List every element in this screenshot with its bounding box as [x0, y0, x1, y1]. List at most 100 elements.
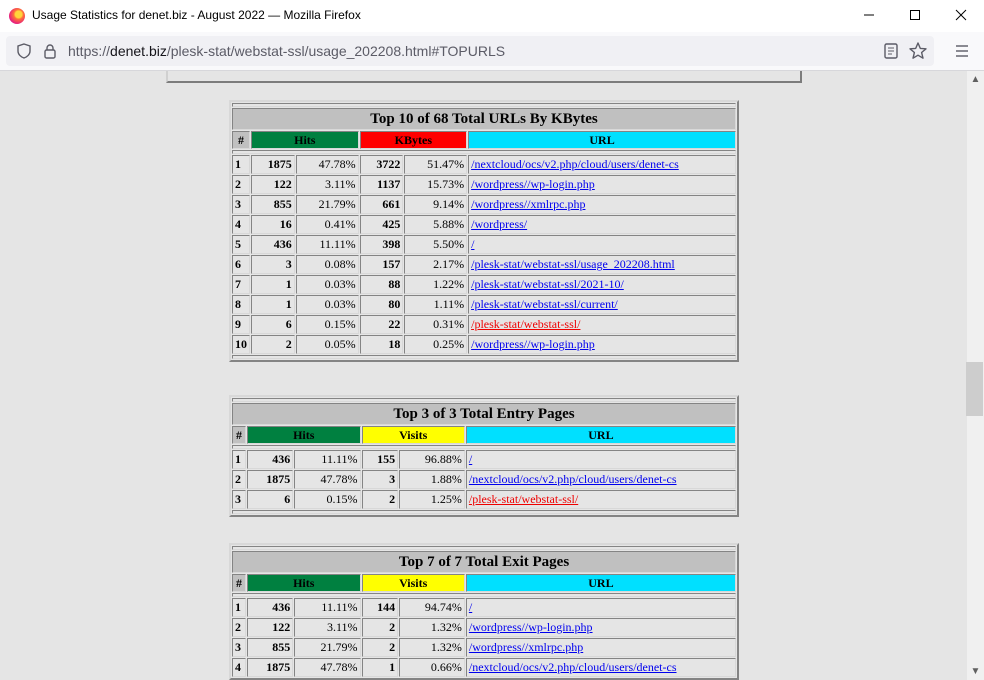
rank-cell: 1 — [232, 450, 246, 469]
rank-cell: 3 — [232, 490, 246, 509]
url-link[interactable]: /plesk-stat/webstat-ssl/ — [471, 317, 580, 331]
visits-percent-cell: 1.32% — [399, 638, 465, 657]
hits-percent-cell: 0.05% — [295, 335, 359, 354]
url-link[interactable]: /wordpress//wp-login.php — [471, 337, 595, 351]
table-row: 6 3 0.08% 157 2.17%/plesk-stat/webstat-ssl/u… — [232, 255, 736, 274]
hits-percent-cell: 0.15% — [294, 490, 361, 509]
hits-cell: 1 — [251, 275, 295, 294]
url-bar[interactable]: https://denet.biz/plesk-stat/webstat-ssl… — [6, 36, 934, 66]
url-text[interactable]: https://denet.biz/plesk-stat/webstat-ssl… — [68, 43, 505, 59]
url-link[interactable]: /wordpress//wp-login.php — [469, 620, 593, 634]
url-header: URL — [468, 131, 736, 149]
hits-header: Hits — [251, 131, 359, 149]
rank-cell: 3 — [232, 638, 246, 657]
url-link[interactable]: /wordpress//wp-login.php — [471, 177, 595, 191]
hits-percent-cell: 0.08% — [295, 255, 359, 274]
table-row: 3 855 21.79% 2 1.32% /wordpress//xmlrpc.php — [232, 638, 736, 657]
rank-header: # — [232, 574, 246, 592]
visits-cell: 1 — [361, 658, 399, 677]
hits-percent-cell: 11.11% — [294, 598, 361, 617]
visits-cell: 2 — [361, 638, 399, 657]
kbytes-percent-cell: 51.47% — [404, 155, 468, 174]
scrollbar-thumb[interactable] — [966, 362, 983, 416]
bookmark-star-icon[interactable] — [908, 41, 928, 61]
rank-header: # — [232, 131, 250, 149]
hits-cell: 855 — [251, 195, 295, 214]
url-link[interactable]: /plesk-stat/webstat-ssl/usage_202208.htm… — [471, 257, 675, 271]
url-link[interactable]: /plesk-stat/webstat-ssl/current/ — [471, 297, 618, 311]
exit-pages-table: Top 7 of 7 Total Exit Pages # Hits Visit… — [229, 543, 739, 680]
url-link[interactable]: /wordpress/ — [471, 217, 527, 231]
urls-table-caption: Top 10 of 68 Total URLs By KBytes — [232, 108, 736, 130]
reader-view-icon[interactable] — [882, 42, 900, 60]
visits-percent-cell: 96.88% — [399, 450, 465, 469]
url-cell: /nextcloud/ocs/v2.php/cloud/users/denet-… — [468, 155, 736, 174]
table-row: 10 2 0.05% 18 0.25%/wordpress//wp-login.php — [232, 335, 736, 354]
visits-cell: 2 — [361, 618, 399, 637]
url-link[interactable]: /plesk-stat/webstat-ssl/2021-10/ — [471, 277, 624, 291]
close-button[interactable] — [938, 0, 984, 32]
hits-cell: 16 — [251, 215, 295, 234]
url-link[interactable]: /nextcloud/ocs/v2.php/cloud/users/denet-… — [469, 660, 677, 674]
scroll-up-arrow-icon[interactable]: ▲ — [967, 71, 984, 88]
table-row: 4 1875 47.78% 1 0.66% /nextcloud/ocs/v2.php/c… — [232, 658, 736, 677]
entry-pages-table: Top 3 of 3 Total Entry Pages # Hits Visi… — [229, 395, 739, 517]
url-cell: /nextcloud/ocs/v2.php/cloud/users/denet-… — [465, 470, 736, 489]
hits-percent-cell: 47.78% — [294, 658, 361, 677]
table-row: 5 436 11.11% 398 5.50% / — [232, 235, 736, 254]
table-row: 3 855 21.79% 661 9.14%/wordpress//xmlrpc.php — [232, 195, 736, 214]
minimize-button[interactable] — [846, 0, 892, 32]
url-cell: /plesk-stat/webstat-ssl/2021-10/ — [468, 275, 736, 294]
url-header: URL — [465, 574, 736, 592]
url-link[interactable]: / — [469, 600, 472, 614]
url-link[interactable]: / — [471, 237, 474, 251]
url-link[interactable]: /wordpress//xmlrpc.php — [469, 640, 583, 654]
hits-percent-cell: 0.41% — [295, 215, 359, 234]
url-path: /plesk-stat/webstat-ssl/usage_202208.htm… — [166, 43, 506, 59]
previous-table-bottom — [166, 71, 802, 83]
hits-header: Hits — [247, 426, 361, 444]
hits-cell: 436 — [247, 598, 294, 617]
url-link[interactable]: /nextcloud/ocs/v2.php/cloud/users/denet-… — [471, 157, 679, 171]
url-header: URL — [465, 426, 736, 444]
kbytes-cell: 398 — [359, 235, 404, 254]
table-row: 9 6 0.15% 22 0.31%/plesk-stat/webstat-ssl/ — [232, 315, 736, 334]
tracking-protection-shield-icon[interactable] — [16, 43, 32, 59]
hits-percent-cell: 0.03% — [295, 275, 359, 294]
visits-cell: 2 — [361, 490, 399, 509]
hits-cell: 3 — [251, 255, 295, 274]
url-link[interactable]: / — [469, 452, 472, 466]
table-row: 2 122 3.11% 2 1.32%/wordpress//wp-login.php — [232, 618, 736, 637]
visits-cell: 144 — [361, 598, 399, 617]
lock-icon[interactable] — [42, 43, 58, 59]
url-link[interactable]: /nextcloud/ocs/v2.php/cloud/users/denet-… — [469, 472, 677, 486]
url-link[interactable]: /wordpress//xmlrpc.php — [471, 197, 585, 211]
table-row: 7 1 0.03% 88 1.22%/plesk-stat/webstat-ssl/20… — [232, 275, 736, 294]
kbytes-header: KBytes — [359, 131, 468, 149]
hits-percent-cell: 3.11% — [295, 175, 359, 194]
navigation-toolbar: https://denet.biz/plesk-stat/webstat-ssl… — [0, 32, 984, 71]
rank-header: # — [232, 426, 246, 444]
rank-cell: 5 — [232, 235, 250, 254]
url-cell: /wordpress//xmlrpc.php — [465, 638, 736, 657]
table-row: 1 436 11.11% 155 96.88% / — [232, 450, 736, 469]
rank-cell: 7 — [232, 275, 250, 294]
url-link[interactable]: /plesk-stat/webstat-ssl/ — [469, 492, 578, 506]
kbytes-cell: 18 — [359, 335, 404, 354]
hamburger-menu-icon[interactable] — [954, 43, 970, 59]
table-row: 2 122 3.11% 1137 15.73%/wordpress//wp-login.… — [232, 175, 736, 194]
visits-cell: 3 — [361, 470, 399, 489]
hits-percent-cell: 47.78% — [295, 155, 359, 174]
visits-percent-cell: 1.88% — [399, 470, 465, 489]
kbytes-percent-cell: 1.22% — [404, 275, 468, 294]
maximize-button[interactable] — [892, 0, 938, 32]
table-row: 3 6 0.15% 2 1.25% /plesk-stat/webstat-ssl/ — [232, 490, 736, 509]
url-cell: /wordpress//wp-login.php — [465, 618, 736, 637]
kbytes-percent-cell: 1.11% — [404, 295, 468, 314]
table-row: 1 1875 47.78% 3722 51.47%/nextcloud/ocs/v2.p… — [232, 155, 736, 174]
rank-cell: 8 — [232, 295, 250, 314]
window-title: Usage Statistics for denet.biz - August … — [32, 8, 361, 22]
scroll-down-arrow-icon[interactable]: ▼ — [967, 663, 984, 680]
visits-percent-cell: 1.32% — [399, 618, 465, 637]
kbytes-percent-cell: 9.14% — [404, 195, 468, 214]
